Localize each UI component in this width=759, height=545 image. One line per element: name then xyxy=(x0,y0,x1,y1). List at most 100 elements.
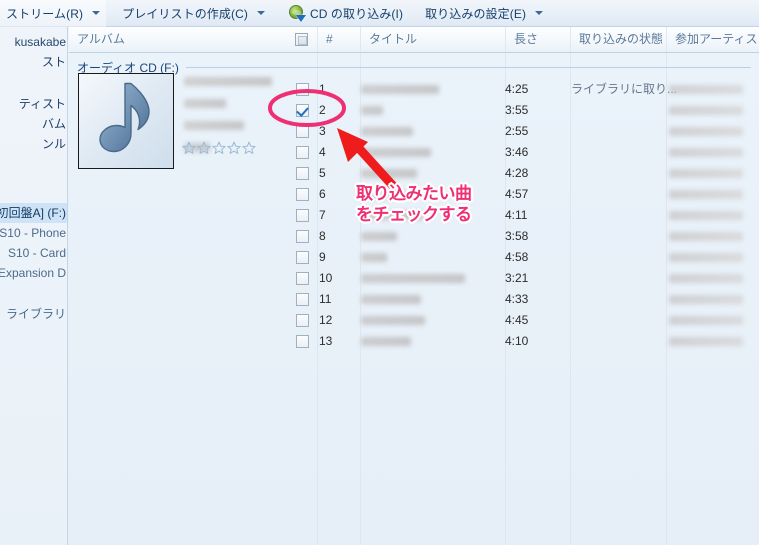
track-artist-redacted xyxy=(669,253,743,262)
sidebar-item-playlists[interactable]: スト xyxy=(0,52,67,72)
sidebar-item-expansion-drive[interactable]: e Expansion D xyxy=(0,263,67,283)
table-row[interactable]: 3 2:55 xyxy=(69,121,759,142)
track-artist-redacted xyxy=(669,232,743,241)
sidebar-item-phone[interactable]: S10 - Phone xyxy=(0,223,67,243)
sidebar-item-audio-cd-label: 初回盤A] (F:) xyxy=(0,206,66,220)
column-header-album[interactable]: アルバム xyxy=(69,27,317,52)
track-title-redacted xyxy=(361,190,405,199)
table-row[interactable]: 1 4:25 ライブラリに取り... xyxy=(69,79,759,100)
track-length: 3:21 xyxy=(505,271,529,285)
toolbar-item-rip-settings[interactable]: 取り込みの設定(E) xyxy=(419,0,549,27)
sidebar-item-other-library-label: ライブラリ xyxy=(5,307,66,321)
track-checkbox[interactable] xyxy=(296,125,309,138)
column-header-number[interactable]: # xyxy=(317,27,360,52)
table-row[interactable]: 11 4:33 xyxy=(69,289,759,310)
table-row[interactable]: 5 4:28 xyxy=(69,163,759,184)
chevron-down-icon xyxy=(92,11,101,15)
table-row[interactable]: 9 4:58 xyxy=(69,247,759,268)
toolbar-item-stream[interactable]: ストリーム(R) xyxy=(0,0,107,27)
table-row[interactable]: 2 3:55 xyxy=(69,100,759,121)
track-checkbox[interactable] xyxy=(296,167,309,180)
column-header-rip-status[interactable]: 取り込みの状態 xyxy=(570,27,666,52)
track-artist-redacted xyxy=(669,274,743,283)
column-header-title-label: タイトル xyxy=(369,32,418,46)
table-row[interactable]: 4 3:46 xyxy=(69,142,759,163)
sidebar-item-audio-cd[interactable]: 初回盤A] (F:) xyxy=(0,203,67,223)
table-row[interactable]: 13 4:10 xyxy=(69,331,759,352)
sidebar-item-album-label: バム xyxy=(41,117,66,131)
track-length: 4:10 xyxy=(505,334,529,348)
group-header-rule xyxy=(185,66,751,68)
table-row[interactable]: 6 4:57 xyxy=(69,184,759,205)
track-length: 2:55 xyxy=(505,124,529,138)
track-length: 3:55 xyxy=(505,103,529,117)
track-artist-redacted xyxy=(669,190,743,199)
column-header-album-label: アルバム xyxy=(77,32,125,46)
column-header-length[interactable]: 長さ xyxy=(505,27,570,52)
track-title-redacted xyxy=(361,148,431,157)
track-checkbox[interactable] xyxy=(296,188,309,201)
sidebar-item-other-library[interactable]: ライブラリ xyxy=(0,304,67,324)
track-title-redacted xyxy=(361,232,397,241)
track-artist-redacted xyxy=(669,169,743,178)
sidebar-item-card-label: S10 - Card xyxy=(7,246,66,260)
track-title-redacted xyxy=(361,211,423,220)
track-artist-redacted xyxy=(669,211,743,220)
column-header-row: アルバム # タイトル 長さ 取り込みの状態 参加アーティスト xyxy=(69,27,759,53)
sidebar-item-genre-label: ンル xyxy=(41,137,66,151)
track-list: オーディオ CD (F:) 1 4:25 ライブラリに取り... 2 3:55 … xyxy=(69,53,759,545)
track-length: 4:45 xyxy=(505,313,529,327)
track-artist-redacted xyxy=(669,295,743,304)
table-row[interactable]: 8 3:58 xyxy=(69,226,759,247)
track-checkbox[interactable] xyxy=(296,104,309,117)
table-row[interactable]: 7 4:11 xyxy=(69,205,759,226)
sidebar-item-playlists-label: スト xyxy=(41,55,66,69)
track-number: 1 xyxy=(319,82,326,96)
toolbar-item-create-playlist[interactable]: プレイリストの作成(C) xyxy=(116,0,271,27)
track-length: 3:58 xyxy=(505,229,529,243)
sidebar-item-artist[interactable]: ティスト xyxy=(0,94,67,114)
sidebar-item-genre[interactable]: ンル xyxy=(0,134,67,154)
sidebar-item-phone-label: S10 - Phone xyxy=(0,226,66,240)
sidebar-item-album[interactable]: バム xyxy=(0,114,67,134)
table-row[interactable]: 10 3:21 xyxy=(69,268,759,289)
track-number: 12 xyxy=(319,313,333,327)
column-header-contributing-artist[interactable]: 参加アーティスト xyxy=(666,27,759,52)
track-artist-redacted xyxy=(669,148,743,157)
track-checkbox[interactable] xyxy=(296,146,309,159)
track-number: 8 xyxy=(319,229,326,243)
chevron-down-icon xyxy=(256,11,265,15)
toolbar-item-rip-cd-label: CD の取り込み(I) xyxy=(309,6,404,21)
track-checkbox[interactable] xyxy=(296,335,309,348)
track-checkbox[interactable] xyxy=(296,83,309,96)
track-length: 3:46 xyxy=(505,145,529,159)
select-all-checkbox[interactable] xyxy=(295,33,308,46)
sidebar-item-artist-label: ティスト xyxy=(18,97,66,111)
track-checkbox[interactable] xyxy=(296,272,309,285)
toolbar-item-rip-cd[interactable]: CD の取り込み(I) xyxy=(283,0,409,27)
column-header-title[interactable]: タイトル xyxy=(360,27,505,52)
table-row[interactable]: 12 4:45 xyxy=(69,310,759,331)
track-checkbox[interactable] xyxy=(296,209,309,222)
track-title-redacted xyxy=(361,127,413,136)
track-number: 6 xyxy=(319,187,326,201)
sidebar-item-user[interactable]: kusakabe xyxy=(0,32,67,52)
toolbar: ストリーム(R) プレイリストの作成(C) CD の取り込み(I) 取り込みの設… xyxy=(0,0,759,27)
track-checkbox[interactable] xyxy=(296,314,309,327)
track-title-redacted xyxy=(361,169,417,178)
track-artist-redacted xyxy=(669,127,743,136)
toolbar-item-create-playlist-label: プレイリストの作成(C) xyxy=(122,6,248,21)
track-title-redacted xyxy=(361,106,383,115)
track-number: 2 xyxy=(319,103,326,117)
track-checkbox[interactable] xyxy=(296,251,309,264)
track-checkbox[interactable] xyxy=(296,293,309,306)
track-length: 4:28 xyxy=(505,166,529,180)
content-pane: アルバム # タイトル 長さ 取り込みの状態 参加アーティスト xyxy=(69,27,759,545)
media-player-window: ストリーム(R) プレイリストの作成(C) CD の取り込み(I) 取り込みの設… xyxy=(0,0,759,545)
sidebar-item-card[interactable]: S10 - Card xyxy=(0,243,67,263)
track-length: 4:25 xyxy=(505,82,529,96)
track-number: 11 xyxy=(319,292,332,306)
chevron-down-icon xyxy=(535,11,544,15)
track-checkbox[interactable] xyxy=(296,230,309,243)
